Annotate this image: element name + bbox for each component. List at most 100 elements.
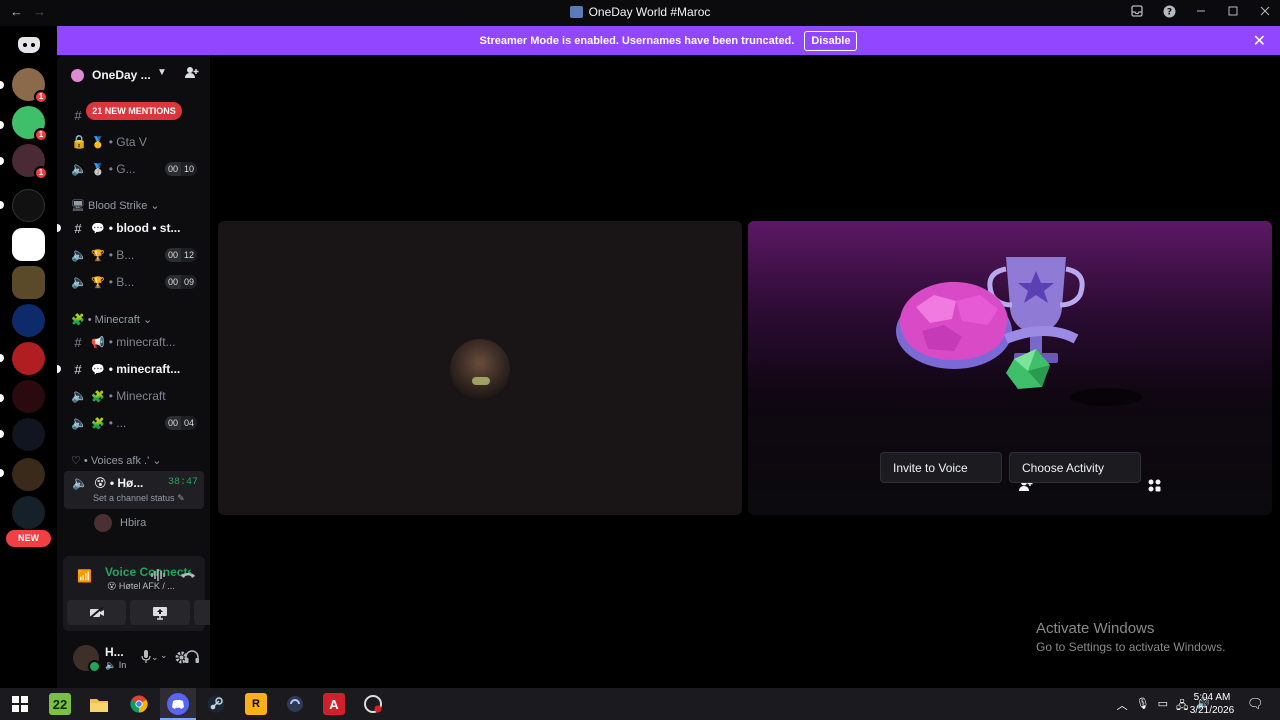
windows-start-icon[interactable]	[9, 693, 31, 715]
invite-activity-tile: Invite to Voice Choose Activity	[748, 221, 1272, 515]
help-icon[interactable]: ?	[1162, 4, 1176, 18]
server-avatar[interactable]: 1	[12, 144, 48, 180]
inbox-icon[interactable]	[1130, 4, 1144, 18]
server-avatar[interactable]	[12, 189, 45, 222]
screen-share-button[interactable]	[130, 600, 190, 625]
app-icon[interactable]	[284, 693, 306, 715]
guild-icon	[71, 69, 84, 82]
speaker-icon: 🔈	[71, 415, 88, 430]
chevron-down-icon: ▼	[157, 67, 167, 78]
discord-home-icon[interactable]	[18, 37, 40, 53]
voice-status-title[interactable]: Voice Connected	[105, 565, 191, 579]
avatar[interactable]	[73, 645, 101, 673]
speaker-icon: 🔈	[71, 388, 88, 403]
voice-channel-item[interactable]: 🔈 🧩 • ... 00 04	[65, 412, 205, 434]
voice-stage: Invite to Voice Choose Activity Activate…	[210, 55, 1280, 688]
discord-taskbar-icon[interactable]	[167, 693, 189, 715]
server-avatar[interactable]: 1	[12, 106, 48, 142]
voice-channel-item[interactable]: 🔈 🏆 • B... 00 12	[65, 244, 205, 266]
close-window-icon[interactable]	[1258, 4, 1272, 18]
maximize-icon[interactable]	[1226, 4, 1240, 18]
voice-channel-item[interactable]: 🔈 🏆 • B... 00 09	[65, 271, 205, 293]
windows-taskbar: 22 R A ︿ 🎙 ▭ 🖧 🔊 5:04 AM 3/21/2026 🗨	[0, 688, 1280, 720]
server-avatar[interactable]	[12, 342, 45, 375]
microphone-icon[interactable]: 🎙	[1136, 697, 1150, 716]
server-icon	[569, 6, 583, 18]
banner-message: Streamer Mode is enabled. Usernames have…	[479, 34, 795, 47]
voice-timer: 38:47	[167, 477, 198, 488]
display-icon[interactable]: ▭	[1158, 697, 1168, 716]
notification-icon[interactable]: 🗨	[1247, 696, 1264, 712]
connected-voice-channel[interactable]: 🔈 😵 • Hø... 38:47 Set a channel status ✎	[64, 471, 204, 509]
disable-streamer-mode-button[interactable]: Disable	[804, 30, 858, 51]
user-limit-badge: 00 10	[164, 162, 197, 176]
chevron-down-icon[interactable]: ⌄	[160, 650, 168, 661]
clock[interactable]: 5:04 AM 3/21/2026	[1182, 691, 1242, 717]
mention-badge: 1	[34, 90, 48, 104]
app-icon[interactable]	[362, 693, 384, 715]
disconnect-icon[interactable]	[180, 568, 196, 582]
username[interactable]: H...	[105, 645, 124, 659]
guild-header[interactable]: OneDay ... ▼	[57, 63, 210, 87]
category-blood-strike[interactable]: 🖥 Blood Strike ⌄	[71, 199, 160, 212]
server-avatar[interactable]	[12, 228, 45, 261]
streamer-mode-banner: Streamer Mode is enabled. Usernames have…	[57, 26, 1280, 55]
chevron-down-icon[interactable]: ⌄	[151, 652, 159, 663]
server-avatar[interactable]	[12, 380, 45, 413]
activate-windows-watermark: Activate Windows Go to Settings to activ…	[1036, 620, 1226, 654]
set-channel-status[interactable]: Set a channel status ✎	[93, 493, 185, 504]
new-mentions-pill[interactable]: 21 NEW MENTIONS	[86, 102, 182, 120]
invite-to-voice-button[interactable]: Invite to Voice	[880, 452, 1033, 491]
app-icon[interactable]: A	[323, 693, 345, 715]
settings-gear-icon[interactable]	[174, 650, 189, 670]
lock-icon: 🔒	[71, 134, 88, 149]
category-voices-afk[interactable]: ♡ • Voices afk .' ⌄	[71, 454, 161, 467]
channel-item[interactable]: # 💬 • minecraft...	[65, 358, 205, 380]
server-avatar[interactable]	[12, 458, 45, 491]
rockstar-launcher-icon[interactable]: R	[245, 693, 267, 715]
voice-channel-item[interactable]: 🔈 🥈 • G... 00 10	[65, 158, 205, 180]
svg-text:?: ?	[1166, 7, 1171, 17]
weather-widget-icon[interactable]: 22	[49, 693, 71, 715]
camera-off-button[interactable]	[67, 600, 126, 625]
channel-item-blood[interactable]: # 💬 • blood • st...	[65, 217, 205, 239]
window-title: OneDay World #Maroc	[0, 5, 1280, 19]
mention-badge: 1	[34, 166, 48, 180]
speaker-icon: 🔈	[71, 274, 88, 289]
new-servers-pill[interactable]: NEW	[6, 530, 51, 547]
microphone-icon[interactable]	[141, 650, 151, 666]
channel-item[interactable]: # 📢 • minecraft...	[65, 331, 205, 353]
voice-channel-item[interactable]: 🔈 🧩 • Minecraft	[65, 385, 205, 407]
category-minecraft[interactable]: 🧩 • Minecraft ⌄	[71, 313, 152, 326]
trophy-illustration	[896, 257, 1142, 406]
file-explorer-icon[interactable]	[88, 693, 110, 715]
signal-icon[interactable]: 📶	[77, 569, 92, 583]
server-rail: 1 1 1 NEW	[0, 26, 57, 688]
add-user-icon[interactable]	[185, 66, 199, 82]
close-icon[interactable]: ✕	[1253, 31, 1266, 51]
voice-member[interactable]: Hbira	[94, 514, 146, 532]
speaker-icon: 🔈	[71, 247, 88, 262]
user-status: 🔈 In	[105, 660, 127, 670]
server-avatar[interactable]	[12, 418, 45, 451]
steam-icon[interactable]	[205, 693, 227, 715]
hash-icon: #	[74, 220, 82, 236]
server-avatar[interactable]: 1	[12, 68, 48, 104]
channel-item-gta[interactable]: 🔒 🥇 • Gta V	[65, 131, 205, 153]
minimize-icon[interactable]	[1194, 4, 1208, 18]
speaker-icon: 🔈	[72, 475, 89, 490]
hash-icon: #	[74, 107, 82, 123]
hash-icon: #	[74, 334, 82, 350]
user-video-tile[interactable]	[218, 221, 742, 515]
user-limit-badge: 00 12	[164, 248, 197, 262]
server-avatar[interactable]	[12, 266, 45, 299]
chevron-up-icon[interactable]: ︿	[1117, 697, 1128, 716]
guild-name: OneDay ...	[92, 68, 151, 82]
server-avatar[interactable]	[12, 496, 45, 529]
title-bar: ← → OneDay World #Maroc ?	[0, 0, 1280, 26]
hash-icon: #	[74, 361, 82, 377]
server-avatar[interactable]	[12, 304, 45, 337]
noise-suppression-icon[interactable]	[151, 569, 165, 584]
chrome-icon[interactable]	[128, 693, 150, 715]
choose-activity-button[interactable]: Choose Activity	[1009, 452, 1161, 492]
